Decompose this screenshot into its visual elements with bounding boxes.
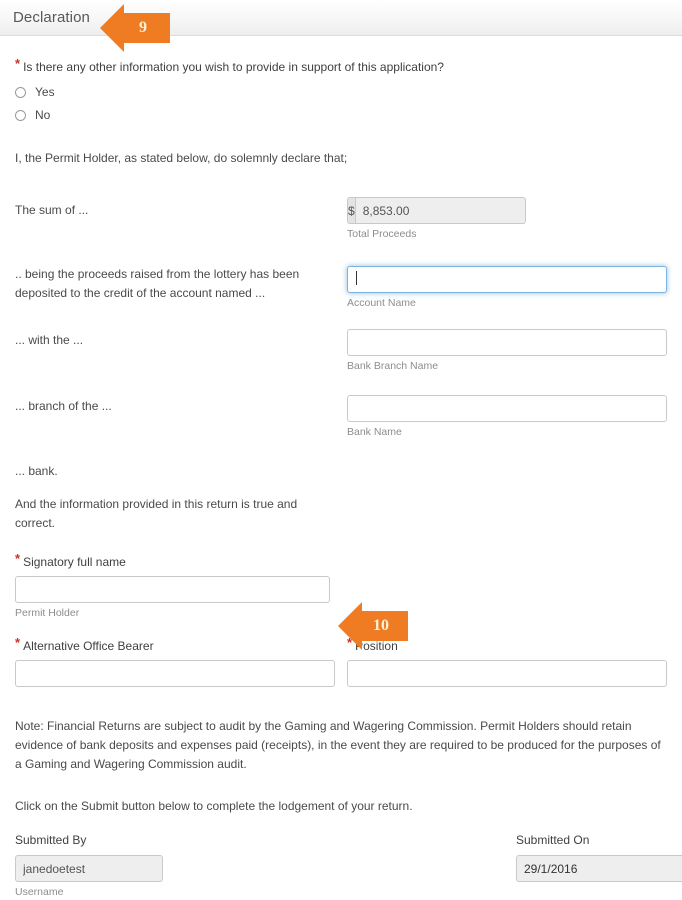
account-named-label: .. being the proceeds raised from the lo… xyxy=(15,267,300,300)
position-input[interactable] xyxy=(347,660,667,687)
required-indicator-icon: * xyxy=(15,56,21,71)
audit-note-row: Note: Financial Returns are subject to a… xyxy=(15,717,663,774)
total-proceeds-field-cell: $ Total Proceeds xyxy=(347,197,526,241)
currency-symbol-icon: $ xyxy=(347,197,355,224)
account-name-field-cell: Account Name xyxy=(347,266,667,310)
other-information-radio-no[interactable]: No xyxy=(15,105,50,125)
bank-name-help: Bank Name xyxy=(347,426,402,438)
alternative-office-bearer-input[interactable] xyxy=(15,660,335,687)
radio-icon[interactable] xyxy=(15,86,26,98)
signatory-help: Permit Holder xyxy=(15,607,80,619)
audit-note-text: Note: Financial Returns are subject to a… xyxy=(15,719,661,771)
submit-instruction-row: Click on the Submit button below to comp… xyxy=(15,797,635,816)
account-name-input[interactable] xyxy=(347,266,667,293)
sum-of-label: The sum of ... xyxy=(15,203,89,217)
account-name-help: Account Name xyxy=(347,297,416,309)
total-proceeds-input-group[interactable]: $ xyxy=(347,197,526,224)
bank-closing-row: ... bank. xyxy=(15,462,335,481)
declaration-intro: I, the Permit Holder, as stated below, d… xyxy=(15,149,615,168)
total-proceeds-input[interactable] xyxy=(354,197,526,224)
bank-branch-name-field-cell: Bank Branch Name xyxy=(347,329,667,373)
bank-closing-text: ... bank. xyxy=(15,464,58,478)
bank-name-field-cell: Bank Name xyxy=(347,395,667,439)
submitted-by-group: Submitted By Username xyxy=(15,832,315,899)
required-indicator-icon: * xyxy=(15,635,21,650)
signatory-label: * Signatory full name xyxy=(15,551,126,569)
arrow-head-icon xyxy=(100,4,124,52)
submitted-by-input[interactable] xyxy=(15,855,163,882)
radio-icon[interactable] xyxy=(15,109,26,121)
submitted-on-date-group[interactable] xyxy=(516,855,682,882)
declaration-intro-text: I, the Permit Holder, as stated below, d… xyxy=(15,151,348,165)
account-named-label-cell: .. being the proceeds raised from the lo… xyxy=(15,265,331,303)
bank-branch-name-help: Bank Branch Name xyxy=(347,360,439,372)
truth-statement-row: And the information provided in this ret… xyxy=(15,495,335,533)
other-information-question-row: * Is there any other information you wish… xyxy=(15,56,655,76)
callout-arrow-9: 9 xyxy=(100,4,170,52)
submitted-on-label: Submitted On xyxy=(516,833,590,847)
submitted-by-help: Username xyxy=(15,886,64,898)
signatory-full-name-input[interactable] xyxy=(15,576,330,603)
branch-of-the-label-cell: ... branch of the ... xyxy=(15,397,331,416)
submitted-by-label: Submitted By xyxy=(15,833,87,847)
alt-office-bearer-label: * Alternative Office Bearer xyxy=(15,635,154,653)
other-information-radio-yes[interactable]: Yes xyxy=(15,82,55,102)
callout-arrow-10: 10 xyxy=(338,602,408,650)
text-cursor-icon xyxy=(356,271,357,285)
truth-statement-text: And the information provided in this ret… xyxy=(15,497,298,530)
bank-branch-name-input[interactable] xyxy=(347,329,667,356)
callout-number: 9 xyxy=(139,19,147,36)
submitted-on-group: Submitted On xyxy=(516,832,682,882)
signatory-field-group: * Signatory full name Permit Holder xyxy=(15,551,335,620)
total-proceeds-help: Total Proceeds xyxy=(347,228,417,240)
callout-badge-body: 10 xyxy=(362,611,408,641)
radio-label-yes: Yes xyxy=(35,85,55,99)
with-the-label: ... with the ... xyxy=(15,333,84,347)
callout-badge-body: 9 xyxy=(124,13,170,43)
alt-office-bearer-field-group: * Alternative Office Bearer xyxy=(15,635,335,687)
submitted-on-input[interactable] xyxy=(516,855,682,882)
required-indicator-icon: * xyxy=(15,551,21,566)
branch-of-the-label: ... branch of the ... xyxy=(15,399,112,413)
submit-instruction-text: Click on the Submit button below to comp… xyxy=(15,799,413,813)
sum-of-label-cell: The sum of ... xyxy=(15,201,335,220)
bank-name-input[interactable] xyxy=(347,395,667,422)
radio-label-no: No xyxy=(35,108,51,122)
other-information-question: * Is there any other information you wish… xyxy=(15,56,444,74)
arrow-head-icon xyxy=(338,602,362,650)
with-the-label-cell: ... with the ... xyxy=(15,331,331,350)
callout-number: 10 xyxy=(373,617,389,634)
page-title: Declaration xyxy=(13,9,90,26)
